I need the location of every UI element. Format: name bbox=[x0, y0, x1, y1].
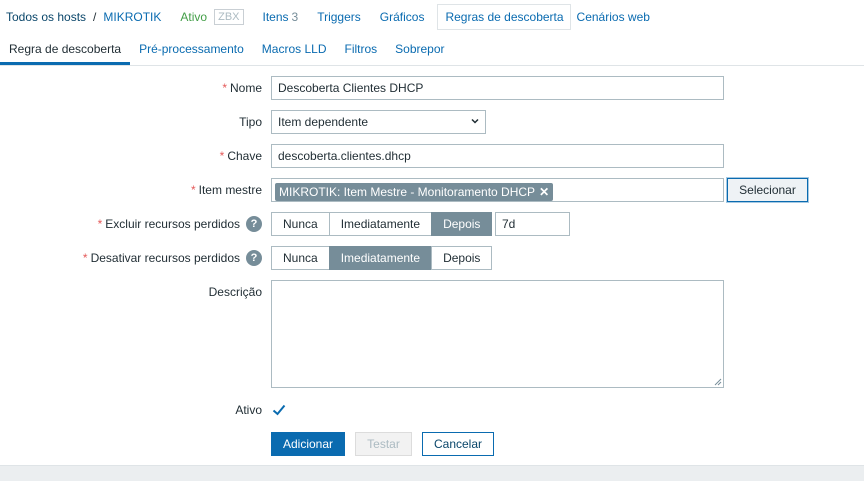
tab-discovery-rule[interactable]: Regra de descoberta bbox=[0, 35, 131, 65]
resize-grip-icon[interactable] bbox=[714, 378, 722, 386]
required-mark: * bbox=[190, 183, 196, 197]
master-item-label: * Item mestre bbox=[190, 183, 262, 197]
disable-lost-after[interactable]: Depois bbox=[431, 246, 493, 270]
breadcrumb-separator: / bbox=[93, 10, 97, 24]
tab-overrides[interactable]: Sobrepor bbox=[386, 35, 453, 65]
type-label: Tipo bbox=[239, 115, 262, 129]
nav-web-scenarios[interactable]: Cenários web bbox=[577, 10, 650, 24]
disable-lost-label: * Desativar recursos perdidos? bbox=[83, 246, 262, 270]
disable-lost-immediately[interactable]: Imediatamente bbox=[328, 246, 433, 270]
name-label: * Nome bbox=[222, 81, 262, 95]
tab-lld-macros[interactable]: Macros LLD bbox=[253, 35, 336, 65]
host-navigation: Todos os hosts / MIKROTIK Ativo ZBX Iten… bbox=[0, 0, 864, 34]
required-mark: * bbox=[82, 251, 88, 265]
nav-items[interactable]: Itens 3 bbox=[263, 10, 299, 24]
select-master-item-button[interactable]: Selecionar bbox=[727, 178, 808, 202]
tab-preprocessing[interactable]: Pré-processamento bbox=[130, 35, 253, 65]
nav-items-count: 3 bbox=[291, 10, 299, 24]
key-label: * Chave bbox=[219, 149, 262, 163]
required-mark: * bbox=[219, 149, 225, 163]
form-tabs: Regra de descoberta Pré-processamento Ma… bbox=[0, 35, 864, 66]
remove-icon[interactable]: ✕ bbox=[539, 185, 549, 199]
delete-lost-period-input[interactable]: 7d bbox=[495, 212, 570, 236]
nav-triggers[interactable]: Triggers bbox=[317, 10, 361, 24]
tab-filters[interactable]: Filtros bbox=[335, 35, 386, 65]
breadcrumb-all-hosts[interactable]: Todos os hosts bbox=[0, 10, 86, 24]
nav-discovery-rules[interactable]: Regras de descoberta bbox=[437, 4, 571, 30]
key-input[interactable]: descoberta.clientes.dhcp bbox=[271, 144, 724, 168]
required-mark: * bbox=[97, 217, 103, 231]
name-input[interactable]: Descoberta Clientes DHCP bbox=[271, 76, 724, 100]
help-icon[interactable]: ? bbox=[246, 215, 262, 232]
delete-lost-after[interactable]: Depois bbox=[431, 212, 493, 236]
type-selected-value: Item dependente bbox=[278, 115, 369, 129]
master-item-chip: MIKROTIK: Item Mestre - Monitoramento DH… bbox=[275, 183, 554, 201]
delete-lost-label: * Excluir recursos perdidos? bbox=[98, 212, 262, 236]
type-select[interactable]: Item dependente bbox=[271, 110, 486, 134]
enabled-checkbox[interactable] bbox=[271, 402, 287, 418]
availability-badge: ZBX bbox=[214, 9, 244, 25]
description-textarea[interactable] bbox=[271, 280, 724, 388]
disable-lost-never[interactable]: Nunca bbox=[271, 246, 330, 270]
cancel-button[interactable]: Cancelar bbox=[422, 432, 494, 456]
breadcrumb-host[interactable]: MIKROTIK bbox=[103, 10, 161, 24]
master-item-multiselect[interactable]: MIKROTIK: Item Mestre - Monitoramento DH… bbox=[271, 178, 724, 202]
host-status: Ativo bbox=[180, 10, 208, 24]
nav-items-label: Itens bbox=[262, 10, 289, 24]
description-label: Descrição bbox=[208, 285, 262, 299]
chevron-down-icon bbox=[471, 118, 479, 124]
test-button[interactable]: Testar bbox=[355, 432, 412, 456]
add-button[interactable]: Adicionar bbox=[271, 432, 345, 456]
delete-lost-never[interactable]: Nunca bbox=[271, 212, 330, 236]
nav-graphs[interactable]: Gráficos bbox=[380, 10, 425, 24]
disable-lost-segmented: Nunca Imediatamente Depois bbox=[271, 246, 493, 270]
delete-lost-immediately[interactable]: Imediatamente bbox=[328, 212, 433, 236]
page-footer-bar bbox=[0, 465, 864, 481]
required-mark: * bbox=[222, 81, 227, 95]
enabled-label: Ativo bbox=[235, 403, 262, 417]
delete-lost-segmented: Nunca Imediatamente Depois bbox=[271, 212, 493, 236]
help-icon[interactable]: ? bbox=[246, 249, 262, 266]
